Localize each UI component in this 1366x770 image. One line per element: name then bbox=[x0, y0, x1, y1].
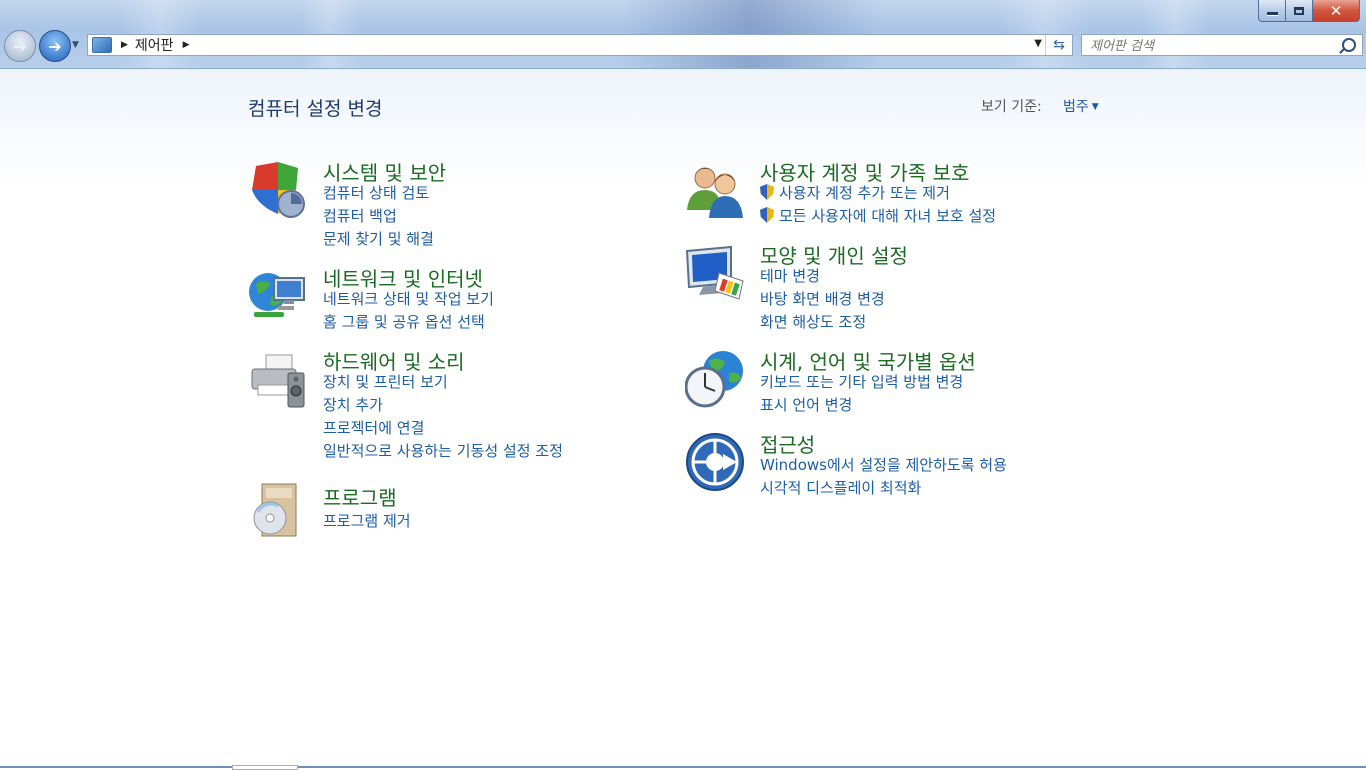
link-devices-printers[interactable]: 장치 및 프린터 보기 bbox=[323, 371, 563, 394]
shield-icon[interactable] bbox=[248, 160, 308, 220]
category-links: 네트워크 상태 및 작업 보기 홈 그룹 및 공유 옵션 선택 bbox=[323, 288, 494, 334]
uac-shield-icon bbox=[760, 207, 774, 223]
refresh-icon: ⇆ bbox=[1053, 37, 1065, 53]
view-by-label: 보기 기준: bbox=[981, 99, 1042, 115]
chevron-right-icon[interactable]: ▶ bbox=[121, 40, 128, 50]
link-text: 사용자 계정 추가 또는 제거 bbox=[779, 184, 950, 202]
link-optimize-visual-display[interactable]: 시각적 디스플레이 최적화 bbox=[760, 477, 1007, 500]
view-by-dropdown[interactable]: 범주 ▼ bbox=[1063, 96, 1099, 116]
minimize-button[interactable] bbox=[1258, 0, 1286, 22]
search-icon[interactable] bbox=[1342, 38, 1356, 52]
recent-pages-dropdown[interactable]: ▼ bbox=[72, 40, 79, 50]
page-title: 컴퓨터 설정 변경 bbox=[248, 98, 383, 120]
address-history-dropdown[interactable]: ▼ bbox=[1034, 38, 1042, 49]
maximize-button[interactable] bbox=[1286, 0, 1313, 22]
link-text: 모든 사용자에 대해 자녀 보호 설정 bbox=[779, 207, 997, 225]
link-add-remove-accounts[interactable]: 사용자 계정 추가 또는 제거 bbox=[760, 182, 996, 205]
category-heading[interactable]: 프로그램 bbox=[323, 482, 397, 511]
link-connect-projector[interactable]: 프로젝터에 연결 bbox=[323, 417, 563, 440]
title-bar: ✕ ➔ ➔ ▼ ▶ 제어판 ▶ ▼ ⇆ bbox=[0, 0, 1366, 69]
back-button[interactable]: ➔ bbox=[4, 30, 36, 62]
close-button[interactable]: ✕ bbox=[1313, 0, 1360, 22]
users-icon[interactable] bbox=[685, 160, 745, 220]
content-header-background bbox=[0, 69, 1366, 189]
link-change-display-language[interactable]: 표시 언어 변경 bbox=[760, 394, 963, 417]
category-links: 키보드 또는 기타 입력 방법 변경 표시 언어 변경 bbox=[760, 371, 963, 417]
category-links: Windows에서 설정을 제안하도록 허용 시각적 디스플레이 최적화 bbox=[760, 454, 1007, 500]
printer-icon[interactable] bbox=[248, 349, 308, 409]
category-links: 테마 변경 바탕 화면 배경 변경 화면 해상도 조정 bbox=[760, 265, 885, 334]
link-mobility-settings[interactable]: 일반적으로 사용하는 기동성 설정 조정 bbox=[323, 440, 563, 463]
refresh-button[interactable]: ⇆ bbox=[1045, 35, 1072, 55]
link-add-device[interactable]: 장치 추가 bbox=[323, 394, 563, 417]
minimize-icon bbox=[1266, 12, 1278, 15]
search-box[interactable] bbox=[1081, 34, 1363, 57]
restore-icon bbox=[1294, 6, 1304, 15]
link-backup-computer[interactable]: 컴퓨터 백업 bbox=[323, 205, 434, 228]
category-links: 컴퓨터 상태 검토 컴퓨터 백업 문제 찾기 및 해결 bbox=[323, 182, 434, 251]
link-troubleshoot[interactable]: 문제 찾기 및 해결 bbox=[323, 228, 434, 251]
close-icon: ✕ bbox=[1329, 1, 1343, 20]
breadcrumb-control-panel[interactable]: 제어판 bbox=[135, 35, 174, 55]
accessibility-icon[interactable] bbox=[685, 432, 745, 492]
address-bar[interactable]: ▶ 제어판 ▶ ▼ ⇆ bbox=[87, 34, 1073, 56]
link-review-computer-status[interactable]: 컴퓨터 상태 검토 bbox=[323, 182, 434, 205]
category-links: 사용자 계정 추가 또는 제거 모든 사용자에 대해 자녀 보호 설정 bbox=[760, 182, 996, 228]
window-controls: ✕ bbox=[1258, 0, 1360, 22]
chevron-down-icon: ▼ bbox=[1091, 102, 1099, 112]
forward-button[interactable]: ➔ bbox=[39, 30, 71, 62]
link-change-input-method[interactable]: 키보드 또는 기타 입력 방법 변경 bbox=[760, 371, 963, 394]
uac-shield-icon bbox=[760, 184, 774, 200]
back-arrow-icon: ➔ bbox=[13, 36, 27, 56]
link-network-status[interactable]: 네트워크 상태 및 작업 보기 bbox=[323, 288, 494, 311]
link-let-windows-suggest[interactable]: Windows에서 설정을 제안하도록 허용 bbox=[760, 454, 1007, 477]
category-links: 프로그램 제거 bbox=[323, 510, 411, 533]
control-panel-icon bbox=[92, 37, 112, 53]
link-homegroup-sharing[interactable]: 홈 그룹 및 공유 옵션 선택 bbox=[323, 311, 494, 334]
search-input[interactable] bbox=[1088, 36, 1332, 57]
monitor-icon[interactable] bbox=[685, 243, 745, 303]
link-change-background[interactable]: 바탕 화면 배경 변경 bbox=[760, 288, 885, 311]
forward-arrow-icon: ➔ bbox=[48, 36, 62, 56]
chevron-right-icon[interactable]: ▶ bbox=[183, 40, 190, 50]
link-uninstall-program[interactable]: 프로그램 제거 bbox=[323, 510, 411, 533]
link-screen-resolution[interactable]: 화면 해상도 조정 bbox=[760, 311, 885, 334]
link-parental-controls[interactable]: 모든 사용자에 대해 자녀 보호 설정 bbox=[760, 205, 996, 228]
clock-globe-icon[interactable] bbox=[685, 349, 745, 409]
programs-icon[interactable] bbox=[248, 482, 308, 542]
view-by-value: 범주 bbox=[1063, 99, 1089, 115]
link-change-theme[interactable]: 테마 변경 bbox=[760, 265, 885, 288]
category-links: 장치 및 프린터 보기 장치 추가 프로젝터에 연결 일반적으로 사용하는 기동… bbox=[323, 371, 563, 463]
network-icon[interactable] bbox=[248, 266, 308, 326]
